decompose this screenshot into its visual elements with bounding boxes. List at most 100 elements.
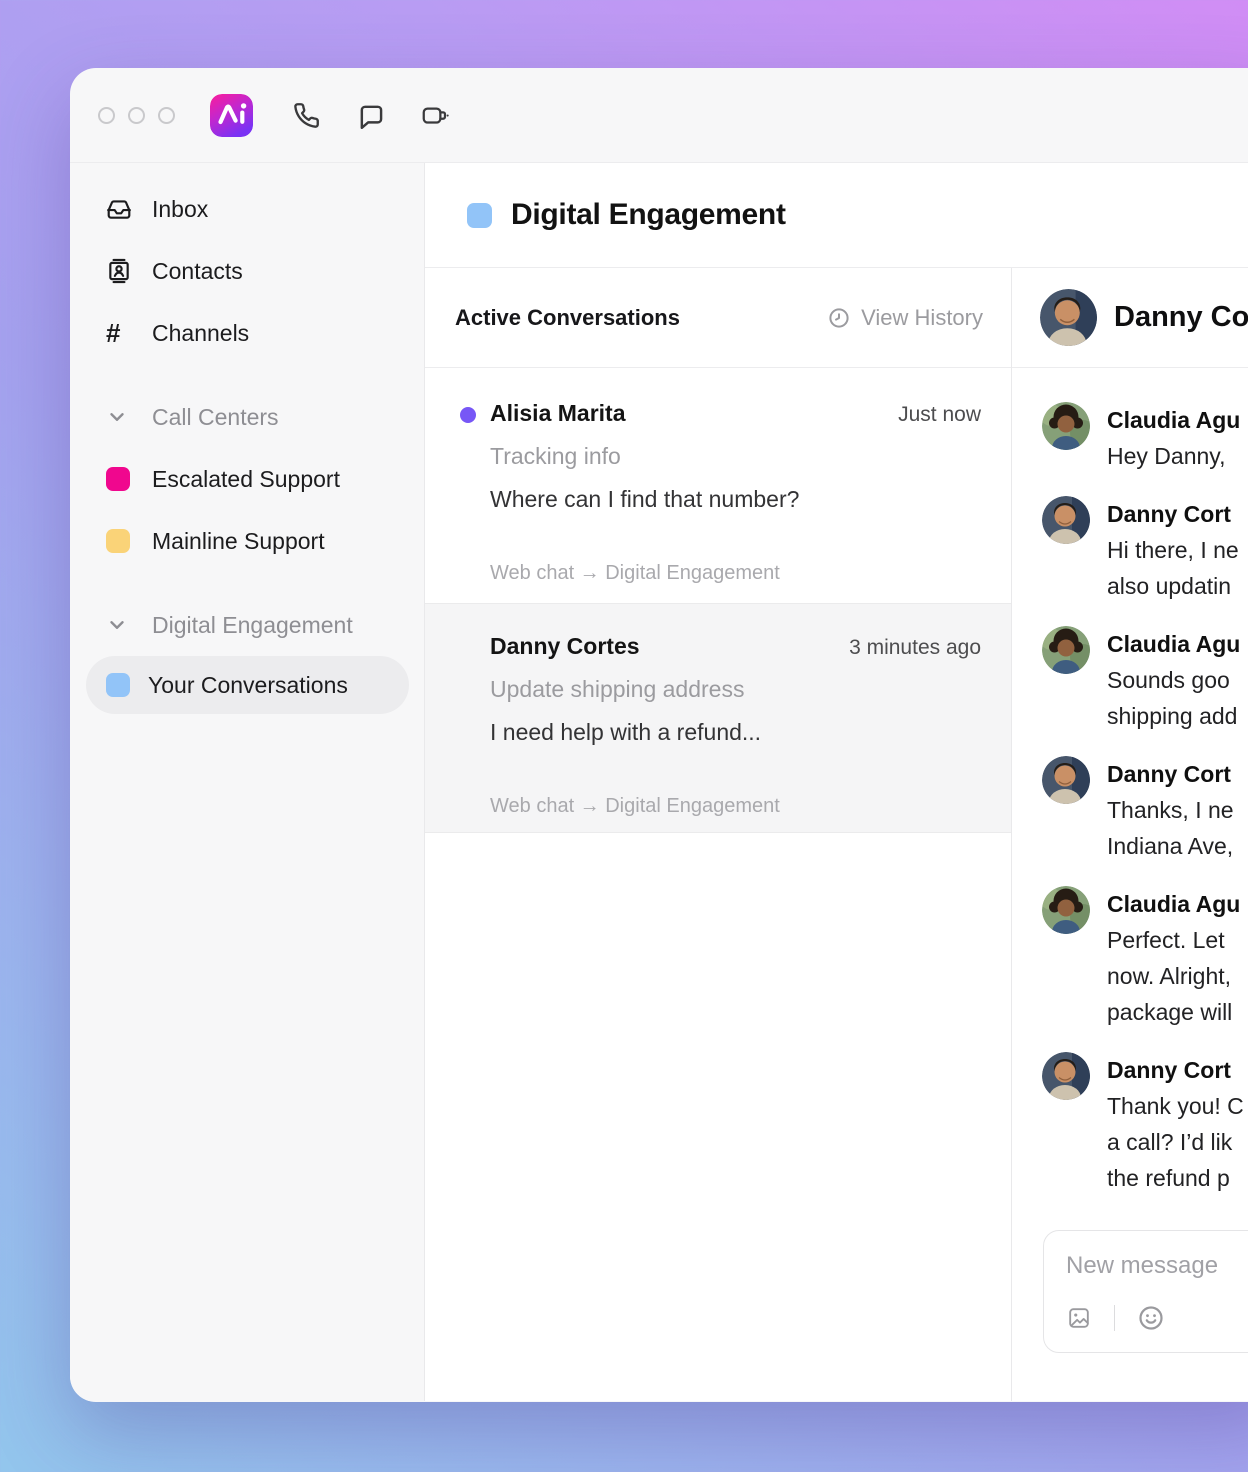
avatar: [1042, 496, 1090, 544]
message-author: Claudia Agu: [1107, 402, 1240, 438]
window-titlebar: [70, 68, 1248, 163]
queue-color-swatch: [106, 529, 130, 553]
conversation-time: 3 minutes ago: [849, 633, 981, 663]
message-text: Hey Danny,: [1107, 438, 1240, 474]
message-author: Claudia Agu: [1107, 626, 1240, 662]
page-title: Digital Engagement: [511, 198, 786, 232]
app-window: Inbox Contacts # Channels: [70, 68, 1248, 1402]
message-line: the refund p: [1107, 1160, 1244, 1196]
message-text: Sounds gooshipping add: [1107, 662, 1240, 734]
window-controls: [98, 107, 175, 124]
unread-dot: [460, 407, 476, 423]
chat-panel: Danny Co Claudia Agu Hey Danny,: [1012, 268, 1248, 1401]
emoji-icon[interactable]: [1137, 1304, 1165, 1332]
chat-icon[interactable]: [356, 101, 384, 129]
message-line: Perfect. Let: [1107, 922, 1240, 958]
message-line: Thanks, I ne: [1107, 792, 1234, 828]
chat-header: Danny Co: [1012, 268, 1248, 368]
conversation-name: Alisia Marita: [490, 398, 626, 428]
message-line: now. Alright,: [1107, 958, 1240, 994]
message: Claudia Agu Sounds gooshipping add: [1042, 626, 1248, 734]
queue-color-swatch: [106, 467, 130, 491]
message-line: Indiana Ave,: [1107, 828, 1234, 864]
conversation-item[interactable]: Danny Cortes 3 minutes ago Update shippi…: [425, 603, 1011, 833]
content-area: Digital Engagement Active Conversations: [425, 163, 1248, 1401]
main-row: Inbox Contacts # Channels: [70, 163, 1248, 1401]
video-icon[interactable]: [420, 102, 450, 128]
queue-color-swatch: [106, 673, 130, 697]
message-line: Sounds goo: [1107, 662, 1240, 698]
window-control-close[interactable]: [98, 107, 115, 124]
clock-icon: [827, 306, 851, 330]
sidebar-item-label: Inbox: [152, 196, 208, 223]
aircall-logo: [210, 94, 253, 137]
sidebar-item-escalated-support[interactable]: Escalated Support: [70, 448, 424, 510]
message: Claudia Agu Hey Danny,: [1042, 402, 1248, 474]
message-author: Danny Cort: [1107, 1052, 1244, 1088]
sidebar: Inbox Contacts # Channels: [70, 163, 425, 1401]
hash-icon: #: [106, 320, 134, 346]
sidebar-item-inbox[interactable]: Inbox: [70, 178, 424, 240]
avatar: [1040, 289, 1097, 346]
composer-toolbar: [1066, 1304, 1248, 1332]
attach-image-icon[interactable]: [1066, 1305, 1092, 1331]
message-text: Thank you! Ca call? I’d likthe refund p: [1107, 1088, 1244, 1196]
conversation-route: Web chat → Digital Engagement: [490, 561, 981, 585]
queue-color-swatch: [467, 203, 492, 228]
conversation-preview: I need help with a refund...: [490, 717, 981, 747]
chevron-down-icon: [106, 406, 134, 428]
avatar: [1042, 1052, 1090, 1100]
conversation-item[interactable]: Alisia Marita Just now Tracking info Whe…: [425, 368, 1011, 603]
sidebar-item-label: Your Conversations: [148, 672, 348, 699]
desktop-background: { "brand": { "logo_text": "Ai", "logo_gr…: [0, 0, 1248, 1472]
sidebar-item-label: Escalated Support: [152, 466, 340, 493]
message-line: Hi there, I ne: [1107, 532, 1239, 568]
conversation-subject: Update shipping address: [490, 674, 981, 704]
message-author: Danny Cort: [1107, 496, 1239, 532]
chat-contact-name: Danny Co: [1114, 301, 1248, 334]
sidebar-item-contacts[interactable]: Contacts: [70, 240, 424, 302]
sidebar-item-mainline-support[interactable]: Mainline Support: [70, 510, 424, 572]
message-composer: [1043, 1230, 1248, 1353]
toolbar-divider: [1114, 1305, 1115, 1331]
window-control-minimize[interactable]: [128, 107, 145, 124]
avatar: [1042, 626, 1090, 674]
conversation-preview: Where can I find that number?: [490, 484, 981, 514]
view-history-button[interactable]: View History: [827, 305, 983, 331]
page-header: Digital Engagement: [425, 163, 1248, 268]
new-message-input[interactable]: [1066, 1252, 1248, 1280]
message: Danny Cort Hi there, I nealso updatin: [1042, 496, 1248, 604]
avatar: [1042, 886, 1090, 934]
sidebar-item-label: Channels: [152, 320, 249, 347]
chevron-down-icon: [106, 614, 134, 636]
message-line: also updatin: [1107, 568, 1239, 604]
message-list: Claudia Agu Hey Danny, Danny Cort: [1012, 368, 1248, 1230]
message: Danny Cort Thank you! Ca call? I’d likth…: [1042, 1052, 1248, 1196]
message-text: Thanks, I neIndiana Ave,: [1107, 792, 1234, 864]
sidebar-item-label: Mainline Support: [152, 528, 325, 555]
section-call-centers[interactable]: Call Centers: [70, 386, 424, 448]
message-line: package will: [1107, 994, 1240, 1030]
conversation-time: Just now: [898, 400, 981, 430]
message-line: a call? I’d lik: [1107, 1124, 1244, 1160]
message: Claudia Agu Perfect. Letnow. Alright,pac…: [1042, 886, 1248, 1030]
section-label: Digital Engagement: [152, 612, 353, 639]
list-header: Active Conversations View History: [425, 268, 1011, 368]
avatar: [1042, 756, 1090, 804]
message-text: Hi there, I nealso updatin: [1107, 532, 1239, 604]
section-digital-engagement[interactable]: Digital Engagement: [70, 594, 424, 656]
inbox-icon: [106, 196, 134, 222]
message-author: Danny Cort: [1107, 756, 1234, 792]
avatar: [1042, 402, 1090, 450]
section-label: Call Centers: [152, 404, 279, 431]
message: Danny Cort Thanks, I neIndiana Ave,: [1042, 756, 1248, 864]
sidebar-item-label: Contacts: [152, 258, 243, 285]
sidebar-item-your-conversations[interactable]: Your Conversations: [86, 656, 409, 714]
phone-icon[interactable]: [293, 102, 320, 129]
message-line: shipping add: [1107, 698, 1240, 734]
sidebar-item-channels[interactable]: # Channels: [70, 302, 424, 364]
message-author: Claudia Agu: [1107, 886, 1240, 922]
conversation-subject: Tracking info: [490, 441, 981, 471]
conversation-name: Danny Cortes: [490, 631, 640, 661]
window-control-zoom[interactable]: [158, 107, 175, 124]
